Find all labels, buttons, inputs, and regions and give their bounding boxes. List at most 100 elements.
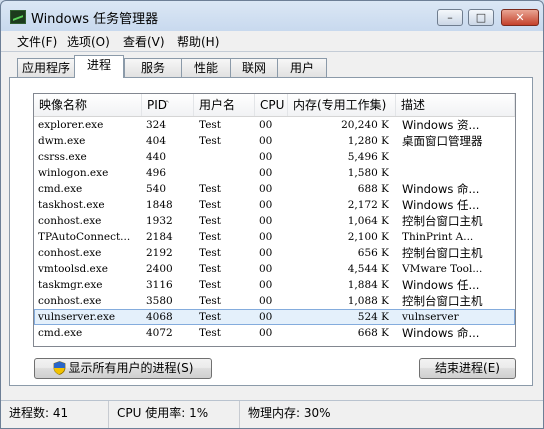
process-rows: explorer.exe 324 Test 00 20,240 K Windows 资..… (34, 117, 515, 341)
table-row[interactable]: winlogon.exe 496 00 1,580 K (34, 165, 515, 181)
column-description[interactable]: 描述 (396, 94, 515, 116)
tab-services[interactable]: 服务 (124, 58, 182, 77)
status-cpu-usage: CPU 使用率: 1% (109, 401, 240, 428)
table-row[interactable]: taskmgr.exe 3116 Test 00 1,884 K Windows 任... (34, 277, 515, 293)
image-name-cell: conhost.exe (38, 247, 102, 259)
username-cell: Test (199, 199, 222, 211)
table-row-selected[interactable]: vulnserver.exe 4068 Test 00 524 K vulnserver (34, 309, 515, 325)
cpu-cell: 00 (259, 119, 273, 131)
pid-cell: 540 (146, 183, 167, 195)
image-name-cell: vmtoolsd.exe (38, 263, 108, 275)
username-cell: Test (199, 119, 222, 131)
description-cell: ThinPrint A... (402, 231, 474, 243)
description-cell: 控制台窗口主机 (402, 246, 483, 260)
description-cell (402, 165, 512, 181)
memory-cell: 668 K (357, 327, 389, 339)
window-title: Windows 任务管理器 (31, 12, 159, 27)
menu-options[interactable]: 选项(O) (65, 33, 112, 50)
table-row[interactable]: dwm.exe 404 Test 00 1,280 K 桌面窗口管理器 (34, 133, 515, 149)
memory-cell: 4,544 K (347, 263, 389, 275)
column-username[interactable]: 用户名 (194, 94, 255, 116)
description-cell: Windows 任... (402, 278, 480, 292)
cpu-cell: 00 (259, 151, 273, 163)
table-row[interactable]: TPAutoConnect... 2184 Test 00 2,100 K ThinPri… (34, 229, 515, 245)
description-cell: 桌面窗口管理器 (402, 134, 483, 148)
pid-cell: 2192 (146, 247, 173, 259)
table-row[interactable]: vmtoolsd.exe 2400 Test 00 4,544 K VMware Tool… (34, 261, 515, 277)
pid-cell: 496 (146, 167, 167, 179)
description-cell: VMware Tool... (402, 263, 483, 275)
table-row[interactable]: explorer.exe 324 Test 00 20,240 K Windows 资..… (34, 117, 515, 133)
username-cell: Test (199, 135, 222, 147)
cpu-cell: 00 (259, 231, 273, 243)
end-process-button[interactable]: 结束进程(E) (419, 358, 516, 379)
column-image-name[interactable]: 映像名称 (34, 94, 142, 116)
memory-cell: 688 K (357, 183, 389, 195)
minimize-button[interactable]: – (437, 9, 463, 26)
cpu-cell: 00 (259, 183, 273, 195)
menu-help[interactable]: 帮助(H) (175, 33, 221, 50)
table-row[interactable]: cmd.exe 4072 Test 00 668 K Windows 命... (34, 325, 515, 341)
tab-performance[interactable]: 性能 (181, 58, 231, 77)
title-bar[interactable]: Windows 任务管理器 – □ ✕ (1, 1, 543, 31)
description-cell: Windows 任... (402, 198, 480, 212)
table-row[interactable]: cmd.exe 540 Test 00 688 K Windows 命... (34, 181, 515, 197)
table-row[interactable]: conhost.exe 2192 Test 00 656 K 控制台窗口主机 (34, 245, 515, 261)
table-row[interactable]: taskhost.exe 1848 Test 00 2,172 K Windows 任..… (34, 197, 515, 213)
pid-cell: 404 (146, 135, 167, 147)
pid-cell: 1848 (146, 199, 173, 211)
image-name-cell: cmd.exe (38, 183, 83, 195)
menu-view[interactable]: 查看(V) (121, 33, 167, 50)
cpu-cell: 00 (259, 199, 273, 211)
description-cell: Windows 资... (402, 118, 480, 132)
description-cell: 控制台窗口主机 (402, 214, 483, 228)
column-pid[interactable]: PID ^ (142, 94, 194, 116)
cpu-cell: 00 (259, 167, 273, 179)
username-cell: Test (199, 295, 222, 307)
tab-processes[interactable]: 进程 (74, 55, 124, 78)
username-cell: Test (199, 247, 222, 259)
menu-bar: 文件(F) 选项(O) 查看(V) 帮助(H) (1, 31, 543, 52)
memory-cell: 524 K (357, 311, 389, 323)
menu-file[interactable]: 文件(F) (15, 33, 59, 50)
tab-networking[interactable]: 联网 (230, 58, 278, 77)
pid-cell: 4072 (146, 327, 173, 339)
pid-cell: 2184 (146, 231, 173, 243)
process-list[interactable]: 映像名称 PID ^ 用户名 CPU 内存(专用工作集) 描述 explorer… (33, 93, 516, 347)
cpu-cell: 00 (259, 295, 273, 307)
memory-cell: 1,280 K (347, 135, 389, 147)
username-cell: Test (199, 311, 222, 323)
table-row[interactable]: conhost.exe 1932 Test 00 1,064 K 控制台窗口主机 (34, 213, 515, 229)
show-all-users-processes-button[interactable]: 显示所有用户的进程(S) (34, 358, 212, 379)
description-cell (402, 149, 512, 165)
close-button[interactable]: ✕ (501, 9, 539, 26)
memory-cell: 1,088 K (347, 295, 389, 307)
username-cell: Test (199, 231, 222, 243)
description-cell: Windows 命... (402, 326, 480, 340)
cpu-cell: 00 (259, 135, 273, 147)
cpu-cell: 00 (259, 247, 273, 259)
cpu-cell: 00 (259, 263, 273, 275)
table-row[interactable]: conhost.exe 3580 Test 00 1,088 K 控制台窗口主机 (34, 293, 515, 309)
image-name-cell: vulnserver.exe (38, 311, 116, 323)
image-name-cell: TPAutoConnect... (38, 231, 131, 243)
status-process-count: 进程数: 41 (1, 401, 109, 428)
description-cell: 控制台窗口主机 (402, 294, 483, 308)
username-cell (199, 165, 257, 181)
tab-applications[interactable]: 应用程序 (17, 58, 75, 77)
tab-users[interactable]: 用户 (277, 58, 327, 77)
memory-cell: 2,100 K (347, 231, 389, 243)
image-name-cell: cmd.exe (38, 327, 83, 339)
username-cell: Test (199, 327, 222, 339)
column-cpu[interactable]: CPU (255, 94, 288, 116)
table-row[interactable]: csrss.exe 440 00 5,496 K (34, 149, 515, 165)
column-memory[interactable]: 内存(专用工作集) (288, 94, 396, 116)
image-name-cell: winlogon.exe (38, 167, 109, 179)
memory-cell: 20,240 K (341, 119, 389, 131)
pid-cell: 324 (146, 119, 167, 131)
image-name-cell: taskhost.exe (38, 199, 105, 211)
image-name-cell: explorer.exe (38, 119, 104, 131)
pid-cell: 2400 (146, 263, 173, 275)
task-manager-window: Windows 任务管理器 – □ ✕ 文件(F) 选项(O) 查看(V) 帮助… (0, 0, 544, 429)
maximize-button[interactable]: □ (468, 9, 494, 26)
